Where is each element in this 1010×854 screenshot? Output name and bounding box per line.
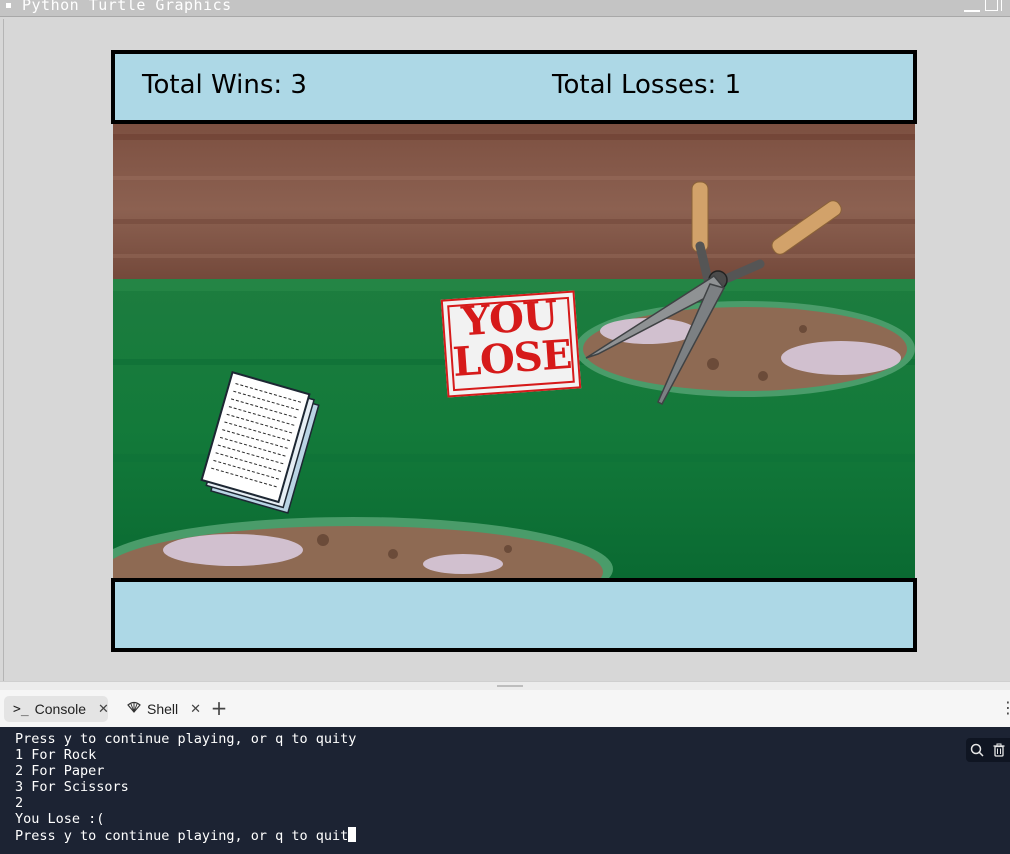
scoreboard-panel: Total Wins: 3 Total Losses: 1 — [111, 50, 917, 124]
console-tabbar: >_ Console ✕ Shell ✕ + ⋮ — [0, 690, 1010, 727]
text-cursor — [348, 827, 357, 842]
tab-shell-label: Shell — [147, 701, 179, 717]
console-lines: Press y to continue playing, or q to qui… — [15, 731, 357, 844]
total-losses-label: Total Losses: 1 — [552, 70, 742, 100]
shell-icon — [127, 700, 141, 718]
maximize-icon[interactable] — [985, 0, 998, 11]
splitter-grip[interactable] — [497, 685, 523, 687]
console-output[interactable]: Press y to continue playing, or q to qui… — [0, 727, 1010, 854]
console-line: Press y to continue playing, or q to qui… — [15, 731, 357, 747]
paper-icon — [200, 371, 320, 514]
window-title: Python Turtle Graphics — [22, 0, 232, 14]
console-line: 2 For Paper — [15, 763, 105, 779]
close-icon[interactable]: ✕ — [190, 701, 201, 717]
console-line-active[interactable]: Press y to continue playing, or q to qui… — [15, 827, 357, 844]
console-line: 3 For Scissors — [15, 779, 129, 795]
minimize-icon[interactable] — [964, 10, 980, 12]
console-toolbar — [966, 738, 1010, 762]
you-lose-badge: YOU LOSE — [440, 290, 582, 398]
window-icon — [6, 3, 11, 8]
trash-icon[interactable] — [988, 738, 1010, 762]
you-lose-line-2: LOSE — [451, 330, 573, 387]
add-tab-button[interactable]: + — [208, 696, 230, 722]
terminal-icon: >_ — [13, 701, 29, 717]
scissors-icon — [585, 181, 842, 405]
console-line: 2 — [15, 795, 24, 811]
close-icon[interactable]: ✕ — [98, 701, 109, 717]
close-icon[interactable] — [1001, 0, 1010, 11]
more-options-icon[interactable]: ⋮ — [1000, 696, 1010, 722]
console-prompt-text: Press y to continue playing, or q to qui… — [15, 828, 349, 844]
window-titlebar: Python Turtle Graphics — [0, 0, 1010, 17]
console-line: You Lose :( — [15, 811, 105, 827]
console-line: 1 For Rock — [15, 747, 97, 763]
tab-console[interactable]: >_ Console ✕ — [4, 696, 109, 722]
message-panel — [111, 578, 917, 652]
tab-shell[interactable]: Shell ✕ — [118, 696, 201, 722]
total-wins-label: Total Wins: 3 — [142, 70, 307, 100]
tab-console-label: Console — [34, 701, 87, 717]
search-icon[interactable] — [966, 738, 988, 762]
